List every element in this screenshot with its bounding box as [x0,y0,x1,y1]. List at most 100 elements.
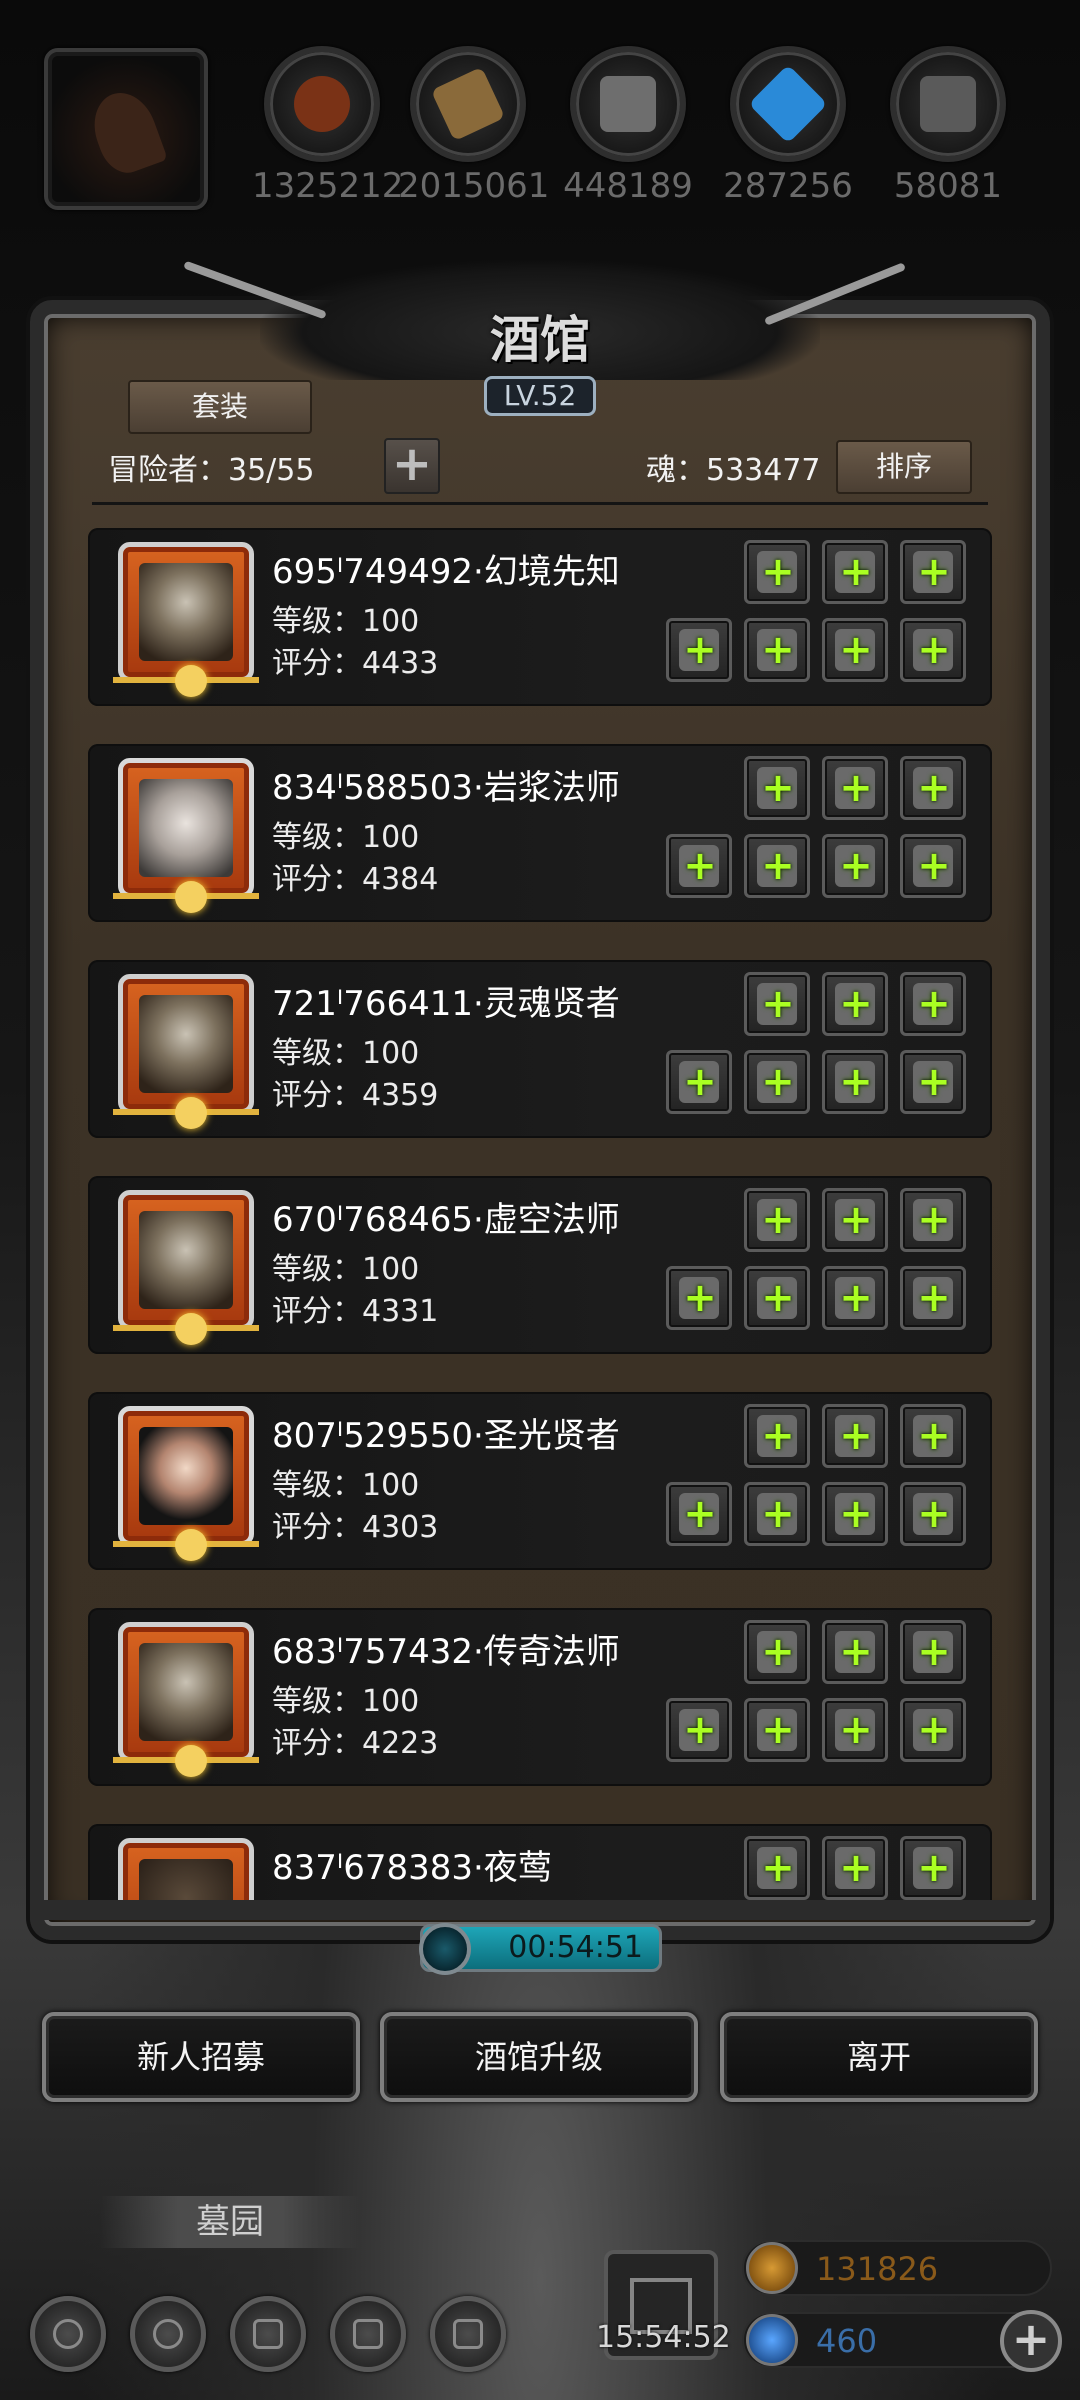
gold-counter: 131826 [742,2240,1052,2296]
adventurer-card[interactable]: 834ᴵ588503·岩浆法师 等级：100 评分：4384 + + + + +… [88,744,992,922]
portrait-face [139,1427,233,1525]
equip-slot-helmet[interactable]: + [744,756,810,820]
equip-slot-armor[interactable]: + [822,540,888,604]
resource-iron[interactable]: 448189 [558,46,698,206]
plus-icon: + [839,1059,873,1105]
equip-slot-boots[interactable]: + [900,834,966,898]
nav-achievements[interactable] [130,2296,206,2372]
resource-steel[interactable]: 58081 [878,46,1018,206]
equip-slot-helmet[interactable]: + [744,1404,810,1468]
plus-icon: + [917,549,951,595]
equip-slot-pants[interactable]: + [900,1188,966,1252]
equip-slot-gloves[interactable]: + [744,1698,810,1762]
adventurer-score: 评分：4384 [272,862,439,897]
equip-slot-gloves[interactable]: + [744,618,810,682]
bag-icon [453,2319,483,2349]
nun-portrait[interactable] [113,1406,259,1561]
elf-mage-portrait[interactable] [113,758,259,913]
equip-slot-armor[interactable]: + [822,1836,888,1900]
equip-slot-ring[interactable]: + [822,834,888,898]
set-button[interactable]: 套装 [128,380,312,434]
hero-slot[interactable] [44,48,208,210]
equip-slot-boots[interactable]: + [900,1698,966,1762]
adventurer-card[interactable]: 837ᴵ678383·夜莺 + + + [88,1824,992,1900]
adventurer-level: 等级：100 [272,820,420,855]
adventurer-name: 837ᴵ678383·夜莺 [272,1848,552,1888]
adventurer-card[interactable]: 670ᴵ768465·虚空法师 等级：100 评分：4331 + + + + +… [88,1176,992,1354]
equip-slot-ring[interactable]: + [822,1266,888,1330]
nav-inventory[interactable] [430,2296,506,2372]
equip-slot-pants[interactable]: + [900,972,966,1036]
sort-button[interactable]: 排序 [836,440,972,494]
equip-slot-armor[interactable]: + [822,1404,888,1468]
equip-slot-boots[interactable]: + [900,1266,966,1330]
equip-slot-gloves[interactable]: + [744,834,810,898]
adventurer-card[interactable]: 807ᴵ529550·圣光贤者 等级：100 评分：4303 + + + + +… [88,1392,992,1570]
equip-slot-pants[interactable]: + [900,756,966,820]
equip-slot-pants[interactable]: + [900,1404,966,1468]
equip-slot-helmet[interactable]: + [744,1836,810,1900]
leave-button[interactable]: 离开 [720,2012,1038,2102]
old-sage-portrait[interactable] [113,1190,259,1345]
equip-slot-weapon[interactable]: + [666,1698,732,1762]
equip-slot-helmet[interactable]: + [744,1620,810,1684]
equip-slot-ring[interactable]: + [822,1050,888,1114]
equip-slot-weapon[interactable]: + [666,618,732,682]
equip-slot-boots[interactable]: + [900,1482,966,1546]
nav-settings[interactable] [30,2296,106,2372]
equip-slot-armor[interactable]: + [822,1188,888,1252]
equip-slot-ring[interactable]: + [822,618,888,682]
gold-coin-icon [746,2242,798,2294]
plus-icon: + [839,1491,873,1537]
resource-meat[interactable]: 1325212 [252,46,403,206]
equip-slot-helmet[interactable]: + [744,1188,810,1252]
equip-slot-pants[interactable]: + [900,1836,966,1900]
gem-icon [746,2314,798,2366]
divider [92,502,988,505]
adventurer-card[interactable]: 683ᴵ757432·传奇法师 等级：100 评分：4223 + + + + +… [88,1608,992,1786]
plus-icon: + [761,1413,795,1459]
equip-slot-weapon[interactable]: + [666,1266,732,1330]
equip-slot-armor[interactable]: + [822,756,888,820]
equip-slot-pants[interactable]: + [900,1620,966,1684]
rogue-portrait[interactable] [118,1838,254,1900]
equip-slot-weapon[interactable]: + [666,1050,732,1114]
equip-slot-weapon[interactable]: + [666,1482,732,1546]
equip-slot-ring[interactable]: + [822,1482,888,1546]
equip-slot-boots[interactable]: + [900,1050,966,1114]
equip-slot-helmet[interactable]: + [744,972,810,1036]
equip-slot-armor[interactable]: + [822,1620,888,1684]
equip-slot-armor[interactable]: + [822,972,888,1036]
old-sage-portrait[interactable] [113,974,259,1129]
old-sage-portrait[interactable] [113,1622,259,1777]
add-gems-button[interactable]: + [1000,2310,1062,2372]
equip-slot-gloves[interactable]: + [744,1482,810,1546]
plus-icon: + [917,627,951,673]
equip-slot-gloves[interactable]: + [744,1050,810,1114]
adventurer-card[interactable]: 695ᴵ749492·幻境先知 等级：100 评分：4433 + + + + +… [88,528,992,706]
add-slot-button[interactable]: + [384,438,440,494]
resource-wood[interactable]: 2015061 [398,46,549,206]
equip-slot-weapon[interactable]: + [666,834,732,898]
equip-slot-helmet[interactable]: + [744,540,810,604]
equip-slot-pants[interactable]: + [900,540,966,604]
nav-rankings[interactable] [230,2296,306,2372]
equip-slot-boots[interactable]: + [900,618,966,682]
equip-slot-gloves[interactable]: + [744,1266,810,1330]
plus-icon: + [917,1491,951,1537]
plus-icon: + [917,1707,951,1753]
soul-count: 魂：533477 [646,453,821,488]
location-label[interactable]: 墓园 [100,2196,360,2248]
resource-crystal[interactable]: 287256 [718,46,858,206]
tavern-upgrade-button[interactable]: 酒馆升级 [380,2012,698,2102]
plus-icon: + [761,765,795,811]
plus-icon: + [839,1413,873,1459]
adventurer-list[interactable]: 695ᴵ749492·幻境先知 等级：100 评分：4433 + + + + +… [88,528,992,1900]
recruit-button[interactable]: 新人招募 [42,2012,360,2102]
nav-mail[interactable] [330,2296,406,2372]
equip-slot-ring[interactable]: + [822,1698,888,1762]
old-sage-portrait[interactable] [113,542,259,697]
gem-value: 460 [816,2322,878,2360]
adventurer-name: 683ᴵ757432·传奇法师 [272,1632,620,1672]
adventurer-card[interactable]: 721ᴵ766411·灵魂贤者 等级：100 评分：4359 + + + + +… [88,960,992,1138]
